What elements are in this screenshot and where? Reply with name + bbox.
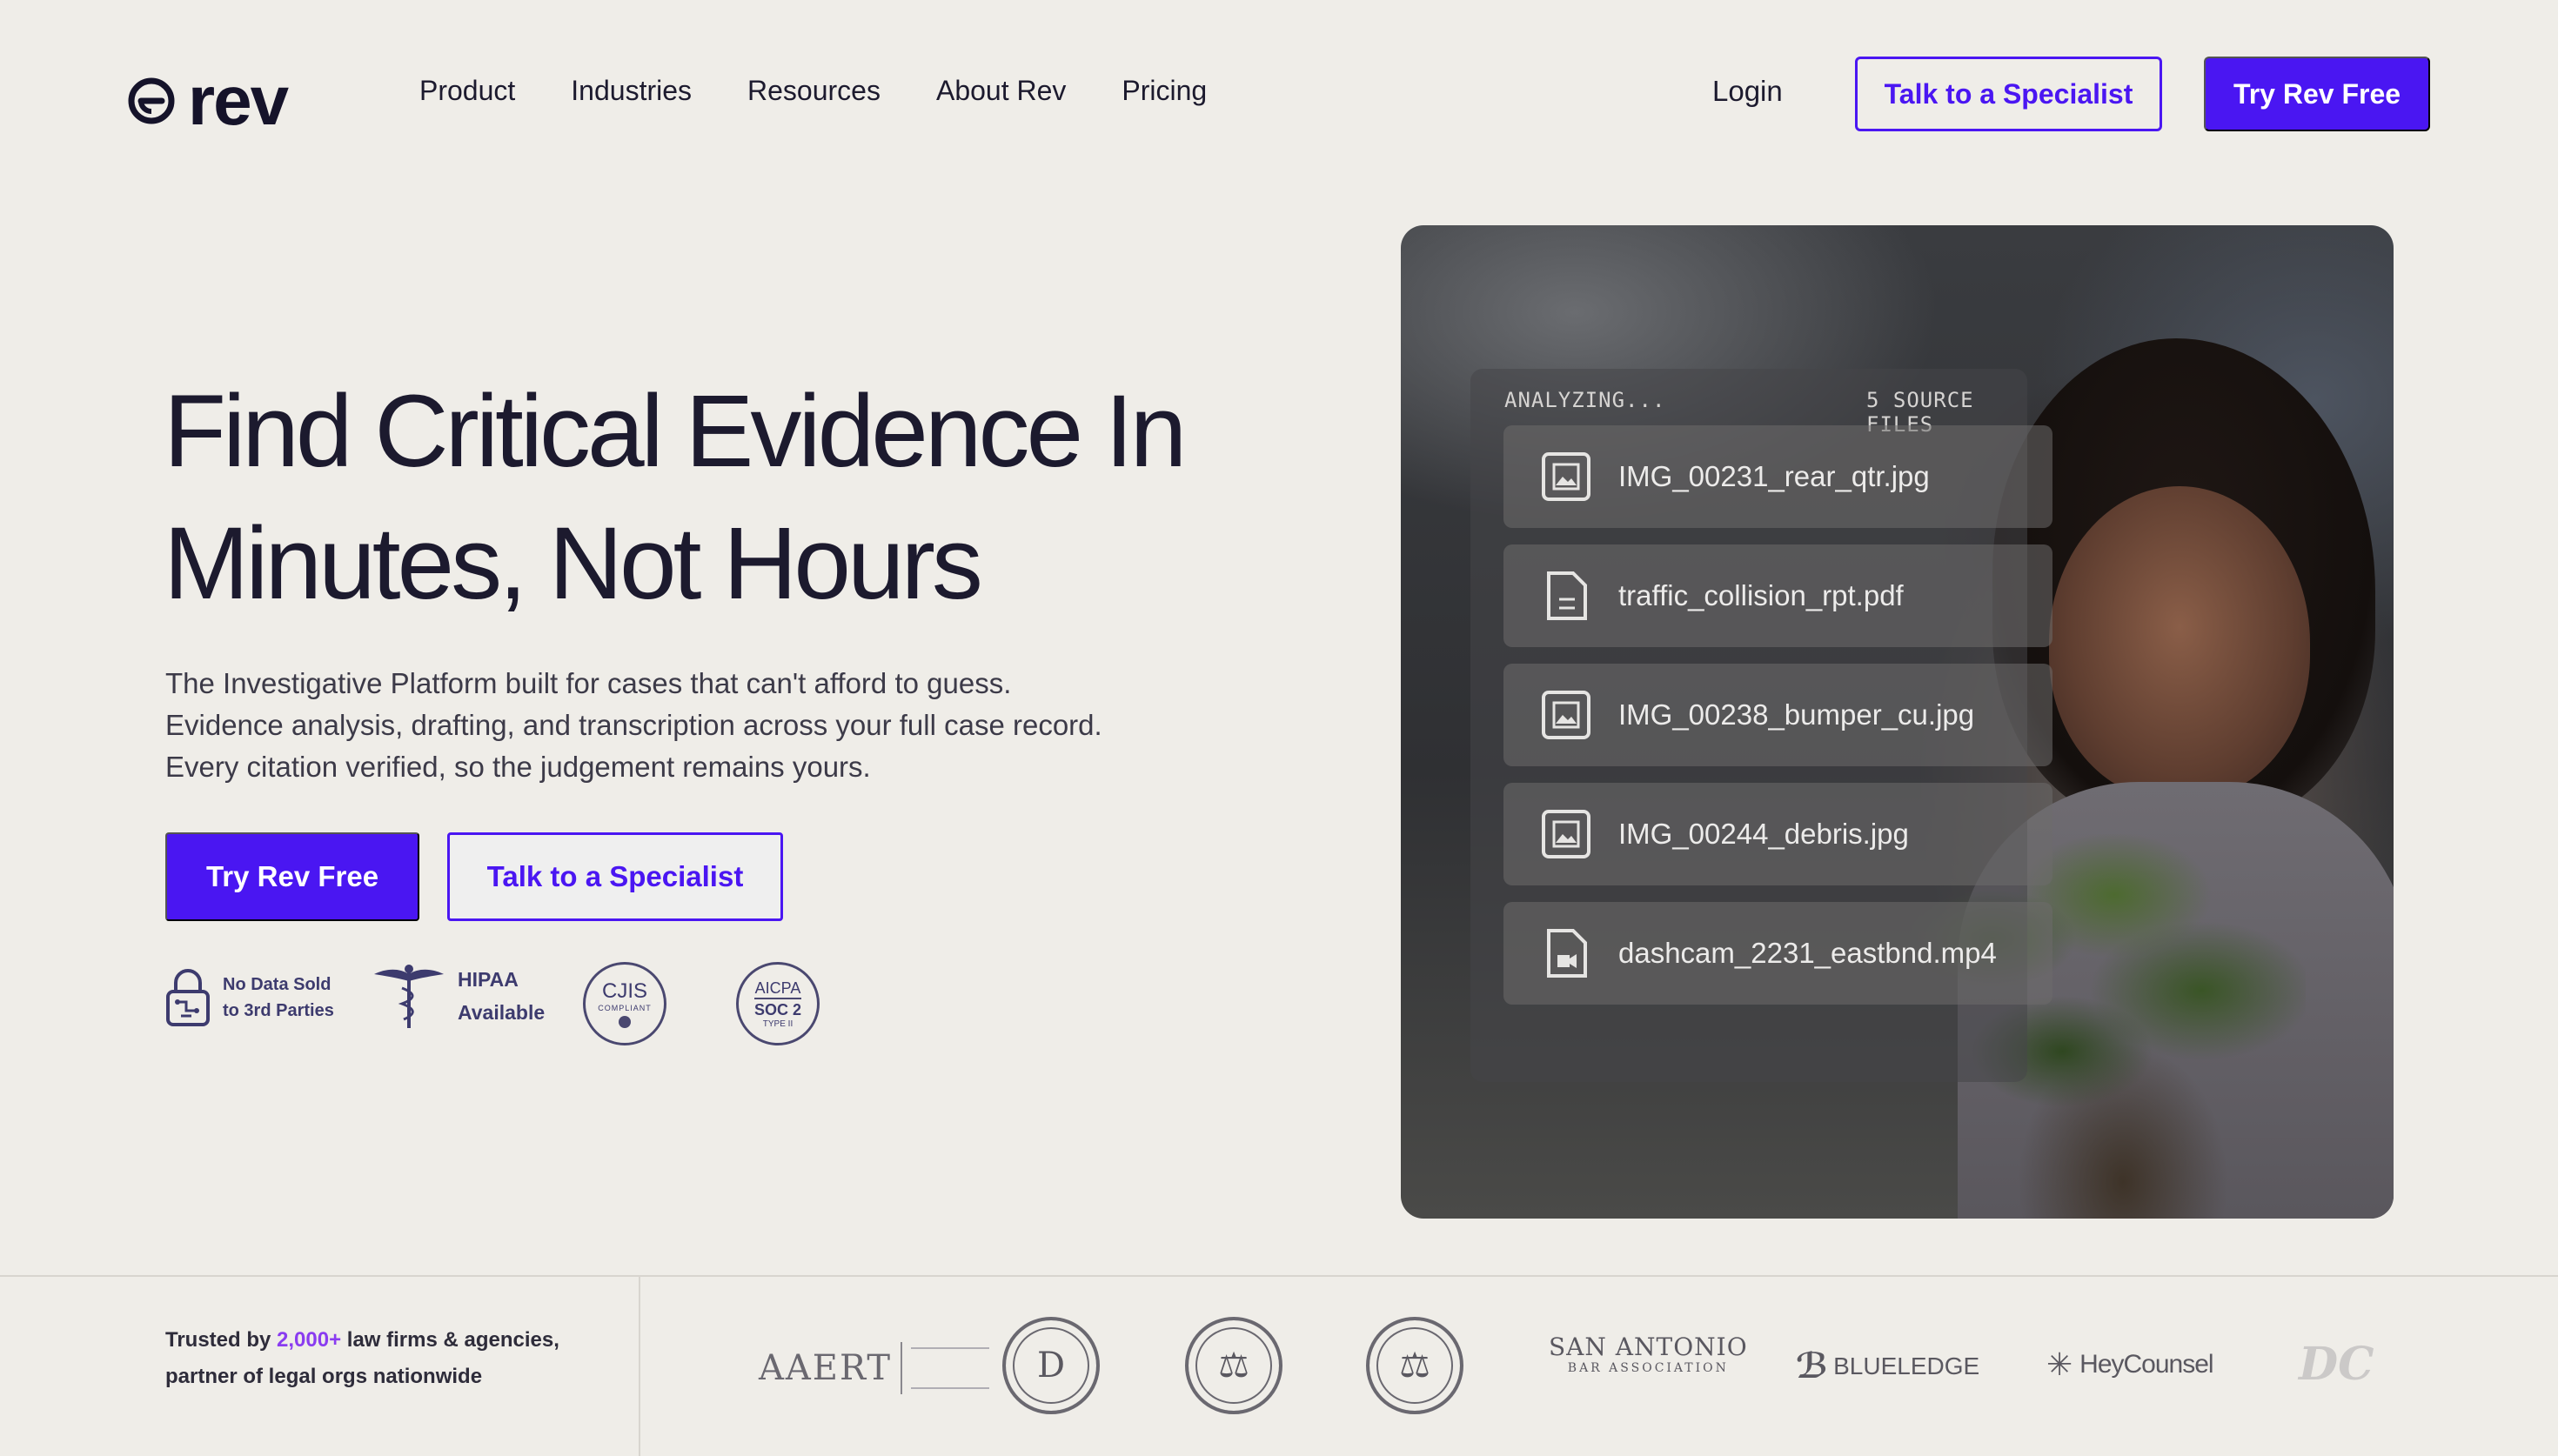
hipaa-line-2: Available — [458, 1001, 546, 1024]
faded-partner-logo: DC — [2299, 1338, 2374, 1391]
check-icon — [619, 1016, 631, 1028]
utah-seal-icon: ⚖ — [1366, 1317, 1463, 1414]
hipaa-line-1: HIPAA — [458, 968, 519, 991]
hero-subtitle-line-2: Evidence analysis, drafting, and transcr… — [165, 709, 1102, 741]
faded-logo-mark: DC — [2299, 1338, 2374, 1391]
file-row: IMG_00231_rear_qtr.jpg — [1503, 425, 2052, 528]
image-icon — [1542, 810, 1590, 858]
san-antonio-line-2: BAR ASSOCIATION — [1567, 1361, 1729, 1375]
nav-product[interactable]: Product — [419, 75, 515, 107]
dallas-bar-seal: D — [1002, 1317, 1100, 1414]
hero-video: ANALYZING... 5 SOURCE FILES IMG_00231_re… — [1401, 225, 2394, 1219]
document-icon — [1547, 571, 1587, 620]
nav-talk-specialist-button[interactable]: Talk to a Specialist — [1855, 57, 2162, 131]
file-row: IMG_00244_debris.jpg — [1503, 783, 2052, 885]
cjis-title: CJIS — [601, 979, 647, 1003]
image-icon — [1542, 452, 1590, 501]
video-file-icon — [1547, 929, 1587, 978]
blueledge-logo: ℬ BLUELEDGE — [1796, 1346, 1979, 1386]
file-row: IMG_00238_bumper_cu.jpg — [1503, 664, 2052, 766]
file-name: IMG_00231_rear_qtr.jpg — [1618, 460, 1930, 492]
trust-divider — [639, 1277, 640, 1456]
rev-logo-icon — [128, 77, 175, 124]
nav-resources[interactable]: Resources — [747, 75, 881, 107]
hero-title: Find Critical Evidence In Minutes, Not H… — [164, 365, 1295, 630]
login-link[interactable]: Login — [1712, 75, 1783, 108]
file-row: traffic_collision_rpt.pdf — [1503, 544, 2052, 647]
file-name: IMG_00238_bumper_cu.jpg — [1618, 698, 1975, 731]
no-data-line-1: No Data Sold — [223, 975, 331, 994]
nav-pricing[interactable]: Pricing — [1122, 75, 1207, 107]
hero-talk-specialist-button[interactable]: Talk to a Specialist — [447, 832, 783, 921]
top-nav: rev Product Industries Resources About R… — [0, 0, 2558, 188]
heycounsel-text: HeyCounsel — [2079, 1350, 2213, 1379]
soc-mid: SOC 2 — [753, 997, 802, 1019]
file-name: IMG_00244_debris.jpg — [1618, 818, 1909, 850]
hero-subtitle-line-1: The Investigative Platform built for cas… — [165, 667, 1012, 699]
trust-prefix: Trusted by — [165, 1328, 278, 1352]
trust-count: 2,000+ — [277, 1328, 342, 1352]
nav-try-rev-free-button[interactable]: Try Rev Free — [2204, 57, 2430, 131]
san-antonio-line-1: SAN ANTONIO — [1549, 1332, 1748, 1361]
soc-top: AICPA — [754, 978, 801, 997]
person-face — [2049, 486, 2310, 799]
cjis-sub: COMPLIANT — [598, 1004, 652, 1012]
main-menu: Product Industries Resources About Rev P… — [419, 75, 1207, 107]
file-row: dashcam_2231_eastbnd.mp4 — [1503, 902, 2052, 1005]
justice-seal-icon: ⚖ — [1185, 1317, 1282, 1414]
file-name: dashcam_2231_eastbnd.mp4 — [1618, 937, 1997, 969]
image-icon — [1542, 691, 1590, 739]
hero-try-rev-free-button[interactable]: Try Rev Free — [165, 832, 419, 921]
cjis-badge: CJIS COMPLIANT — [583, 962, 666, 1045]
hero-subtitle: The Investigative Platform built for cas… — [165, 663, 1209, 788]
blueledge-text: BLUELEDGE — [1833, 1352, 1980, 1379]
rev-logo[interactable]: rev — [127, 62, 289, 139]
aaert-logo: AAERT — [759, 1329, 990, 1407]
caduceus-icon — [374, 965, 444, 1028]
asterisk-icon: ✳ — [2046, 1346, 2073, 1382]
aaert-text: AAERT — [759, 1348, 893, 1388]
trust-suffix: law firms & agencies, — [341, 1328, 559, 1352]
file-name: traffic_collision_rpt.pdf — [1618, 579, 1904, 611]
trust-bar: Trusted by 2,000+ law firms & agencies, … — [0, 1275, 2558, 1456]
soc2-badge: AICPA SOC 2 TYPE II — [736, 962, 820, 1045]
nav-industries[interactable]: Industries — [571, 75, 692, 107]
dallas-seal: D — [1002, 1317, 1100, 1414]
utah-state-bar-seal: ⚖ — [1366, 1317, 1463, 1414]
hero-title-line-2: Minutes, Not Hours — [164, 506, 983, 621]
analyzing-status: ANALYZING... — [1504, 388, 1666, 412]
no-data-line-2: to 3rd Parties — [223, 1001, 334, 1020]
no-data-sold-badge: No Data Sold to 3rd Parties — [165, 967, 334, 1028]
soc-bottom: TYPE II — [762, 1019, 794, 1029]
nav-about-rev[interactable]: About Rev — [936, 75, 1066, 107]
hero-title-line-1: Find Critical Evidence In — [164, 374, 1187, 489]
rev-logo-text: rev — [188, 62, 289, 139]
trust-line-2: partner of legal orgs nationwide — [165, 1365, 483, 1388]
hero-subtitle-line-3: Every citation verified, so the judgemen… — [165, 751, 871, 783]
heycounsel-logo: ✳ HeyCounsel — [2046, 1346, 2214, 1383]
lock-icon — [166, 969, 210, 1026]
page: rev Product Industries Resources About R… — [0, 0, 2558, 1456]
bar-association-seal: ⚖ — [1185, 1317, 1282, 1414]
hipaa-badge: HIPAA Available — [372, 962, 545, 1030]
blueledge-icon: ℬ — [1796, 1347, 1829, 1386]
san-antonio-bar-logo: SAN ANTONIO BAR ASSOCIATION — [1549, 1332, 1748, 1375]
trust-statement: Trusted by 2,000+ law firms & agencies, … — [165, 1322, 559, 1395]
